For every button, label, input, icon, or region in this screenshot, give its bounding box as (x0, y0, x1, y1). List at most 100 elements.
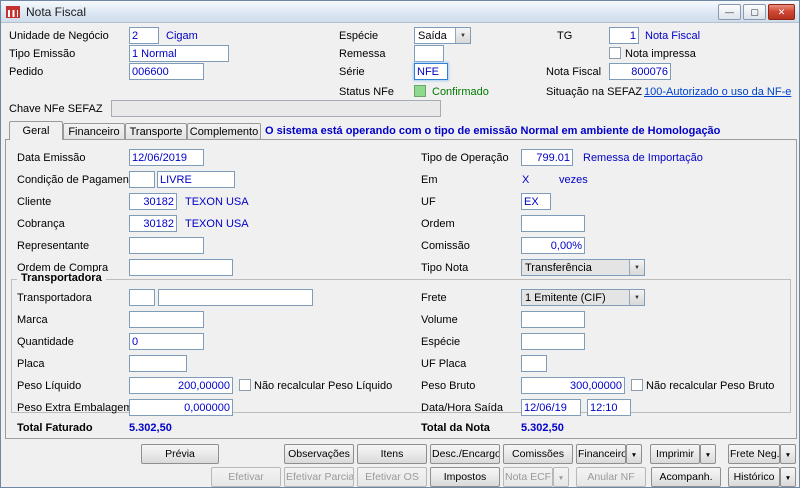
tab-complemento[interactable]: Complemento (187, 123, 261, 139)
placa-input[interactable] (129, 355, 187, 372)
nao-recalcular-peso-bruto-label: Não recalcular Peso Bruto (646, 380, 775, 392)
status-nfe-value: Confirmado (432, 86, 489, 98)
total-nota-label: Total da Nota (421, 422, 490, 434)
maximize-icon: ▢ (750, 6, 759, 17)
tg-input[interactable] (609, 27, 639, 44)
minimize-icon: — (725, 6, 734, 17)
tipo-nota-select[interactable]: Transferência ▼ (521, 259, 645, 276)
peso-extra-input[interactable] (129, 399, 233, 416)
chevron-down-icon: ▼ (634, 294, 640, 301)
imprimir-dropdown-button[interactable]: ▼ (700, 444, 716, 464)
chevron-down-icon: ▼ (630, 452, 638, 459)
efetivar-parcial-button[interactable]: Efetivar Parcial (284, 467, 354, 487)
volume-input[interactable] (521, 311, 585, 328)
placa-label: Placa (17, 358, 45, 370)
acompanh-button[interactable]: Acompanh. (651, 467, 721, 487)
comissao-input[interactable] (521, 237, 585, 254)
nao-recalcular-peso-bruto-checkbox[interactable] (631, 379, 643, 391)
condicao-pagamento-input[interactable] (157, 171, 235, 188)
itens-button[interactable]: Itens (357, 444, 427, 464)
data-emissao-input[interactable] (129, 149, 204, 166)
em-value: X (522, 174, 530, 186)
data-hora-saida-label: Data/Hora Saída (421, 402, 503, 414)
nota-impressa-checkbox[interactable] (609, 47, 621, 59)
close-button[interactable]: ✕ (768, 4, 795, 20)
peso-extra-label: Peso Extra Embalagem (17, 402, 133, 414)
serie-input[interactable] (414, 63, 448, 80)
unidade-negocio-input[interactable] (129, 27, 159, 44)
nota-ecf-button[interactable]: Nota ECF (503, 467, 553, 487)
financeiro-dropdown-button[interactable]: ▼ (626, 444, 642, 464)
close-icon: ✕ (777, 6, 786, 17)
tab-financeiro[interactable]: Financeiro (63, 123, 125, 139)
peso-bruto-input[interactable] (521, 377, 625, 394)
frete-label: Frete (421, 292, 447, 304)
marca-label: Marca (17, 314, 48, 326)
nota-fiscal-input[interactable] (609, 63, 671, 80)
peso-liquido-label: Peso Líquido (17, 380, 82, 392)
tipo-emissao-input[interactable] (129, 45, 229, 62)
representante-input[interactable] (129, 237, 204, 254)
cobranca-code-input[interactable] (129, 215, 177, 232)
emission-mode-message: O sistema está operando com o tipo de em… (265, 125, 721, 137)
historico-button[interactable]: Histórico (728, 467, 780, 487)
frete-select[interactable]: 1 Emitente (CIF) ▼ (521, 289, 645, 306)
historico-dropdown-button[interactable]: ▼ (780, 467, 796, 487)
frete-neg-button[interactable]: Frete Neg. (728, 444, 780, 464)
pedido-input[interactable] (129, 63, 204, 80)
minimize-button[interactable]: — (718, 4, 741, 20)
tipo-operacao-name: Remessa de Importação (583, 152, 703, 164)
financeiro-button[interactable]: Financeiro (576, 444, 626, 464)
anular-nf-button[interactable]: Anular NF (576, 467, 646, 487)
window-title: Nota Fiscal (26, 4, 87, 19)
efetivar-button[interactable]: Efetivar (211, 467, 281, 487)
cliente-label: Cliente (17, 196, 52, 208)
quantidade-input[interactable] (129, 333, 204, 350)
chevron-down-icon: ▼ (460, 32, 466, 39)
uf-label: UF (421, 196, 436, 208)
transportadora-label: Transportadora (17, 292, 92, 304)
especie-select[interactable]: Saída ▼ (414, 27, 471, 44)
frete-neg-dropdown-button[interactable]: ▼ (780, 444, 796, 464)
impostos-button[interactable]: Impostos (430, 467, 500, 487)
unidade-negocio-description: Cigam (166, 30, 198, 42)
volume-label: Volume (421, 314, 458, 326)
nao-recalcular-peso-liquido-checkbox[interactable] (239, 379, 251, 391)
comissoes-button[interactable]: Comissões (503, 444, 573, 464)
nota-impressa-label: Nota impressa (625, 48, 696, 60)
remessa-input[interactable] (414, 45, 444, 62)
observacoes-button[interactable]: Observações (284, 444, 354, 464)
imprimir-button[interactable]: Imprimir (650, 444, 700, 464)
transportadora-group (11, 279, 791, 413)
tg-description: Nota Fiscal (645, 30, 701, 42)
tipo-nota-label: Tipo Nota (421, 262, 469, 274)
hora-saida-input[interactable] (587, 399, 631, 416)
efetivar-os-button[interactable]: Efetivar OS (357, 467, 427, 487)
tab-geral[interactable]: Geral (9, 121, 63, 140)
tab-transporte[interactable]: Transporte (125, 123, 187, 139)
uf-placa-input[interactable] (521, 355, 547, 372)
desc-encargos-button[interactable]: Desc./Encargos (430, 444, 500, 464)
marca-input[interactable] (129, 311, 204, 328)
title-bar: Nota Fiscal (1, 1, 799, 23)
representante-label: Representante (17, 240, 90, 252)
peso-liquido-input[interactable] (129, 377, 233, 394)
condicao-pagamento-code-input[interactable] (129, 171, 155, 188)
data-saida-input[interactable] (521, 399, 581, 416)
quantidade-label: Quantidade (17, 336, 74, 348)
transportadora-code-input[interactable] (129, 289, 155, 306)
cliente-code-input[interactable] (129, 193, 177, 210)
tipo-operacao-code-input[interactable] (521, 149, 573, 166)
transportadora-name-input[interactable] (158, 289, 313, 306)
chevron-down-icon: ▼ (634, 264, 640, 271)
situacao-sefaz-link[interactable]: 100-Autorizado o uso da NF-e (644, 86, 791, 98)
ordem-compra-input[interactable] (129, 259, 233, 276)
uf-input[interactable] (521, 193, 551, 210)
ordem-input[interactable] (521, 215, 585, 232)
cobranca-name: TEXON USA (185, 218, 249, 230)
nota-ecf-dropdown-button[interactable]: ▼ (553, 467, 569, 487)
previa-button[interactable]: Prévia (141, 444, 219, 464)
especie-transporte-input[interactable] (521, 333, 585, 350)
maximize-button[interactable]: ▢ (743, 4, 766, 20)
nota-fiscal-label: Nota Fiscal (546, 66, 602, 78)
